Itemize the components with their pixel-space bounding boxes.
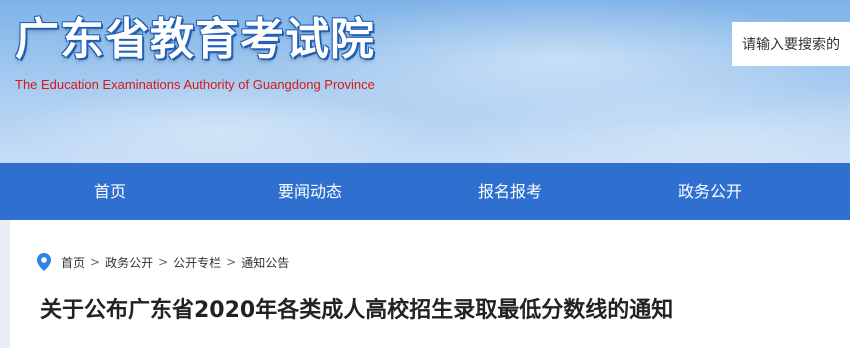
search-placeholder: 请输入要搜索的 xyxy=(742,37,840,53)
site-subtitle: The Education Examinations Authority of … xyxy=(15,77,375,92)
breadcrumb-home[interactable]: 首页 xyxy=(61,254,85,271)
main-nav: 首页 要闻动态 报名报考 政务公开 xyxy=(0,163,850,220)
nav-item-home[interactable]: 首页 xyxy=(50,163,170,220)
breadcrumb-separator: > xyxy=(90,255,101,269)
breadcrumb: 首页 > 政务公开 > 公开专栏 > 通知公告 xyxy=(37,251,289,273)
breadcrumb-public-column[interactable]: 公开专栏 xyxy=(173,254,221,271)
breadcrumb-notices[interactable]: 通知公告 xyxy=(241,254,289,271)
location-pin-icon xyxy=(37,253,51,271)
article-title: 关于公布广东省2020年各类成人高校招生录取最低分数线的通知 xyxy=(40,298,674,323)
site-title[interactable]: 广东省教育考试院 xyxy=(15,8,375,72)
nav-item-news[interactable]: 要闻动态 xyxy=(250,163,370,220)
search-input[interactable]: 请输入要搜索的 xyxy=(732,22,850,66)
content-area: 首页 > 政务公开 > 公开专栏 > 通知公告 关于公布广东省2020年各类成人… xyxy=(10,220,850,348)
page-gutter xyxy=(0,220,10,348)
site-header: 广东省教育考试院 The Education Examinations Auth… xyxy=(0,0,850,163)
breadcrumb-separator: > xyxy=(158,255,169,269)
nav-item-registration[interactable]: 报名报考 xyxy=(450,163,570,220)
breadcrumb-public-affairs[interactable]: 政务公开 xyxy=(105,254,153,271)
nav-item-public-affairs[interactable]: 政务公开 xyxy=(650,163,770,220)
breadcrumb-separator: > xyxy=(226,255,237,269)
